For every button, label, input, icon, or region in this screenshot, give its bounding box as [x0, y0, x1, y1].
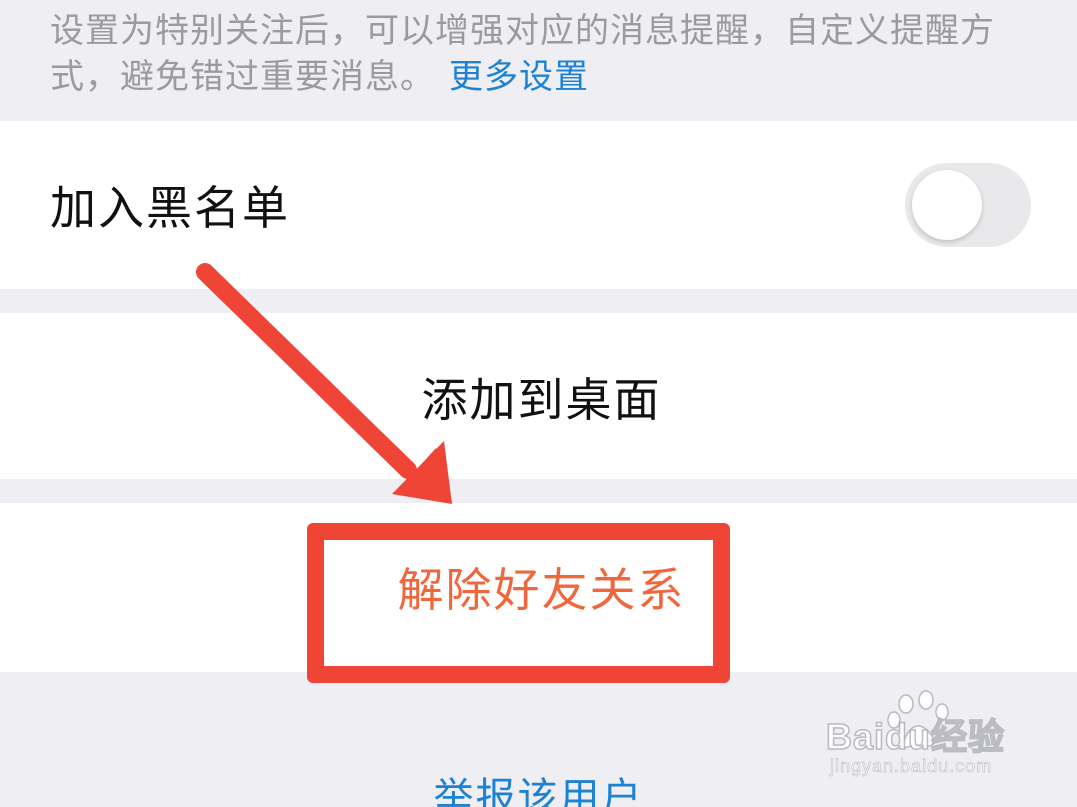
- watermark-url: jingyan.baidu.com: [830, 756, 993, 777]
- special-follow-note: 设置为特别关注后，可以增强对应的消息提醒，自定义提醒方式，避免错过重要消息。 更多…: [0, 0, 1077, 120]
- more-settings-link[interactable]: 更多设置: [449, 57, 589, 97]
- settings-screen: 设置为特别关注后，可以增强对应的消息提醒，自定义提醒方式，避免错过重要消息。 更多…: [0, 0, 1077, 807]
- baidu-watermark: Baidu经验 jingyan.baidu.com: [825, 690, 1026, 790]
- watermark-brand: Baidu经验: [825, 715, 1006, 758]
- blacklist-label: 加入黑名单: [50, 181, 290, 235]
- toggle-knob: [912, 170, 982, 240]
- highlight-box: [307, 523, 730, 683]
- blacklist-toggle[interactable]: [905, 163, 1031, 247]
- add-to-desktop-button[interactable]: 添加到桌面: [0, 370, 1077, 430]
